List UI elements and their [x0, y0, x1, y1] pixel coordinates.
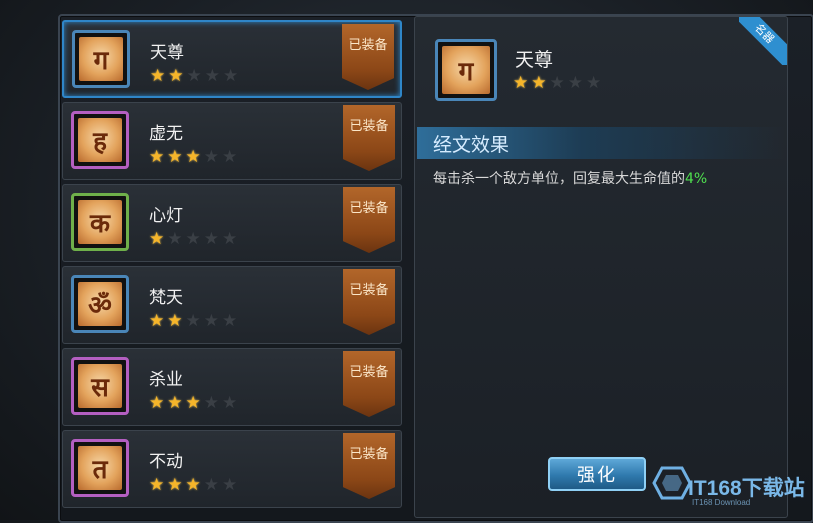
detail-scripture-icon: ग: [435, 39, 497, 101]
equipped-badge: 已装备: [343, 105, 395, 171]
star-empty-icon: ★: [186, 66, 202, 86]
detail-star-rating: ★ ★ ★ ★ ★: [513, 75, 601, 92]
star-filled-icon: ★: [185, 393, 201, 413]
star-filled-icon: ★: [167, 475, 183, 495]
star-filled-icon: ★: [149, 147, 165, 167]
corner-tag: 名器: [739, 17, 787, 65]
star-filled-icon: ★: [149, 229, 165, 249]
watermark: IT168下载站 IT168 Download: [652, 462, 810, 512]
star-filled-icon: ★: [150, 66, 166, 86]
star-filled-icon: ★: [149, 311, 165, 331]
scripture-glyph: ॐ: [78, 282, 122, 326]
star-filled-icon: ★: [531, 73, 547, 93]
equipped-label: 已装备: [349, 201, 389, 216]
star-empty-icon: ★: [203, 393, 219, 413]
scripture-icon: क: [71, 193, 129, 251]
star-filled-icon: ★: [513, 73, 529, 93]
star-empty-icon: ★: [222, 475, 238, 495]
scripture-icon: ॐ: [71, 275, 129, 333]
scripture-row[interactable]: स 杀业 ★ ★ ★ ★ ★ 已装备: [62, 348, 402, 426]
effect-title: 经文效果: [433, 134, 510, 156]
star-empty-icon: ★: [203, 229, 219, 249]
star-rating: ★ ★ ★ ★ ★: [150, 68, 238, 85]
star-filled-icon: ★: [149, 393, 165, 413]
detail-panel: 名器 ग 天尊 ★ ★ ★ ★ ★ 经文效果 每击杀一个敌方单位，回复最大生命值的4% …: [414, 16, 788, 518]
star-filled-icon: ★: [168, 66, 184, 86]
star-empty-icon: ★: [167, 229, 183, 249]
effect-description: 每击杀一个敌方单位，回复最大生命值的4%: [433, 168, 707, 188]
detail-glyph: ग: [442, 46, 490, 94]
upgrade-button[interactable]: 强化: [548, 457, 646, 491]
scripture-glyph: स: [78, 364, 122, 408]
star-empty-icon: ★: [586, 73, 602, 93]
star-empty-icon: ★: [567, 73, 583, 93]
scripture-glyph: त: [78, 446, 122, 490]
equipped-label: 已装备: [349, 119, 389, 134]
scripture-row[interactable]: ह 虚无 ★ ★ ★ ★ ★ 已装备: [62, 102, 402, 180]
equipped-badge: 已装备: [342, 24, 394, 90]
equipped-label: 已装备: [349, 447, 389, 462]
star-rating: ★ ★ ★ ★ ★: [149, 313, 237, 330]
effect-desc-text: 每击杀一个敌方单位，回复最大生命值的: [433, 171, 685, 187]
scripture-icon: त: [71, 439, 129, 497]
scripture-glyph: क: [78, 200, 122, 244]
equipped-badge: 已装备: [343, 187, 395, 253]
scripture-row[interactable]: ग 天尊 ★ ★ ★ ★ ★ 已装备: [62, 20, 402, 98]
star-filled-icon: ★: [185, 475, 201, 495]
star-empty-icon: ★: [549, 73, 565, 93]
scripture-glyph: ह: [78, 118, 122, 162]
scripture-name: 梵天: [149, 288, 183, 308]
equipped-badge: 已装备: [343, 351, 395, 417]
star-rating: ★ ★ ★ ★ ★: [149, 231, 237, 248]
equipped-badge: 已装备: [343, 269, 395, 335]
scripture-name: 杀业: [149, 370, 183, 390]
star-filled-icon: ★: [167, 147, 183, 167]
star-empty-icon: ★: [203, 311, 219, 331]
watermark-sub: IT168 Download: [692, 498, 751, 507]
effect-header: 经文效果: [417, 127, 785, 159]
star-empty-icon: ★: [203, 147, 219, 167]
equipped-label: 已装备: [349, 283, 389, 298]
equipped-label: 已装备: [349, 365, 389, 380]
star-empty-icon: ★: [222, 393, 238, 413]
scripture-list[interactable]: ग 天尊 ★ ★ ★ ★ ★ 已装备 ह 虚无 ★ ★ ★ ★ ★ 已装备 क 心灯 ★ ★ ★ ★ ★ 已装备 ॐ 梵天 ★ ★ ★ ★…: [60, 16, 404, 518]
star-empty-icon: ★: [204, 66, 220, 86]
scripture-glyph: ग: [79, 37, 123, 81]
star-empty-icon: ★: [223, 66, 239, 86]
equipped-badge: 已装备: [343, 433, 395, 499]
scripture-icon: ह: [71, 111, 129, 169]
star-empty-icon: ★: [222, 311, 238, 331]
scripture-icon: स: [71, 357, 129, 415]
scripture-name: 天尊: [150, 43, 184, 63]
corner-tag-label: 名器: [739, 17, 787, 65]
scripture-name: 不动: [149, 452, 183, 472]
scripture-name: 心灯: [149, 206, 183, 226]
star-filled-icon: ★: [185, 147, 201, 167]
scripture-row[interactable]: क 心灯 ★ ★ ★ ★ ★ 已装备: [62, 184, 402, 262]
star-empty-icon: ★: [203, 475, 219, 495]
scripture-row[interactable]: ॐ 梵天 ★ ★ ★ ★ ★ 已装备: [62, 266, 402, 344]
star-empty-icon: ★: [185, 229, 201, 249]
star-filled-icon: ★: [167, 393, 183, 413]
star-rating: ★ ★ ★ ★ ★: [149, 477, 237, 494]
star-empty-icon: ★: [185, 311, 201, 331]
scripture-name: 虚无: [149, 124, 183, 144]
star-rating: ★ ★ ★ ★ ★: [149, 149, 237, 166]
scripture-row[interactable]: त 不动 ★ ★ ★ ★ ★ 已装备: [62, 430, 402, 508]
equipped-label: 已装备: [348, 38, 388, 53]
star-filled-icon: ★: [149, 475, 165, 495]
effect-desc-value: 4%: [685, 171, 708, 187]
detail-title: 天尊: [515, 49, 554, 71]
star-filled-icon: ★: [167, 311, 183, 331]
star-empty-icon: ★: [222, 147, 238, 167]
star-rating: ★ ★ ★ ★ ★: [149, 395, 237, 412]
star-empty-icon: ★: [222, 229, 238, 249]
it168-logo-icon: [652, 466, 692, 500]
scripture-icon: ग: [72, 30, 130, 88]
